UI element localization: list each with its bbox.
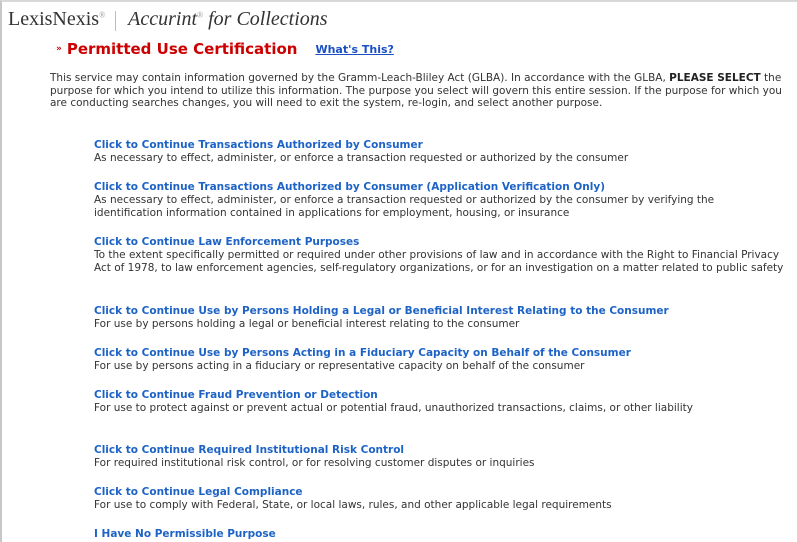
option-no-permissible-purpose: I Have No Permissible Purpose bbox=[94, 528, 784, 541]
option-law-enforcement: Click to Continue Law Enforcement Purpos… bbox=[94, 236, 784, 274]
please-select-emphasis: PLEASE SELECT bbox=[669, 72, 761, 84]
option-fiduciary-capacity: Click to Continue Use by Persons Acting … bbox=[94, 347, 784, 373]
option-description: For required institutional risk control,… bbox=[94, 457, 535, 469]
product-title: Accurint bbox=[128, 8, 198, 30]
option-description: For use by persons acting in a fiduciary… bbox=[94, 360, 585, 372]
option-link[interactable]: Click to Continue Transactions Authorize… bbox=[94, 181, 784, 194]
option-description: For use by persons holding a legal or be… bbox=[94, 318, 520, 330]
option-link[interactable]: Click to Continue Transactions Authorize… bbox=[94, 139, 784, 152]
option-description: As necessary to effect, administer, or e… bbox=[94, 194, 715, 219]
page-title: Permitted Use Certification bbox=[66, 40, 298, 58]
option-fraud-prevention: Click to Continue Fraud Prevention or De… bbox=[94, 389, 784, 415]
option-link[interactable]: Click to Continue Required Institutional… bbox=[94, 444, 784, 457]
whats-this-link[interactable]: What's This? bbox=[315, 43, 393, 56]
option-link[interactable]: Click to Continue Fraud Prevention or De… bbox=[94, 389, 784, 402]
product-suffix: for Collections bbox=[203, 8, 328, 30]
header-divider bbox=[115, 11, 117, 31]
option-legal-beneficial-interest: Click to Continue Use by Persons Holding… bbox=[94, 305, 784, 331]
option-description: As necessary to effect, administer, or e… bbox=[94, 152, 629, 164]
option-description: For use to protect against or prevent ac… bbox=[94, 402, 693, 414]
glba-notice: This service may contain information gov… bbox=[50, 72, 792, 110]
option-institutional-risk-control: Click to Continue Required Institutional… bbox=[94, 444, 784, 470]
option-link[interactable]: Click to Continue Legal Compliance bbox=[94, 486, 784, 499]
option-link[interactable]: Click to Continue Use by Persons Acting … bbox=[94, 347, 784, 360]
page-header: LexisNexis® Accurint® for Collections bbox=[8, 8, 328, 34]
certification-page: LexisNexis® Accurint® for Collections » … bbox=[0, 0, 797, 542]
option-transactions-authorized: Click to Continue Transactions Authorize… bbox=[94, 139, 784, 165]
option-link[interactable]: I Have No Permissible Purpose bbox=[94, 528, 784, 541]
glba-notice-text-1: This service may contain information gov… bbox=[50, 72, 670, 84]
option-description: For use to comply with Federal, State, o… bbox=[94, 499, 612, 511]
option-description: To the extent specifically permitted or … bbox=[94, 249, 784, 274]
arrow-bullet-icon: » bbox=[56, 44, 62, 54]
option-link[interactable]: Click to Continue Use by Persons Holding… bbox=[94, 305, 784, 318]
title-row: » Permitted Use Certification What's Thi… bbox=[56, 40, 394, 58]
brand-registered-mark: ® bbox=[99, 10, 106, 20]
option-legal-compliance: Click to Continue Legal Compliance For u… bbox=[94, 486, 784, 512]
product-name: Accurint® for Collections bbox=[128, 8, 327, 31]
brand-name: LexisNexis bbox=[8, 8, 100, 30]
lexisnexis-logo: LexisNexis® bbox=[8, 8, 105, 31]
option-application-verification: Click to Continue Transactions Authorize… bbox=[94, 181, 784, 219]
option-link[interactable]: Click to Continue Law Enforcement Purpos… bbox=[94, 236, 784, 249]
